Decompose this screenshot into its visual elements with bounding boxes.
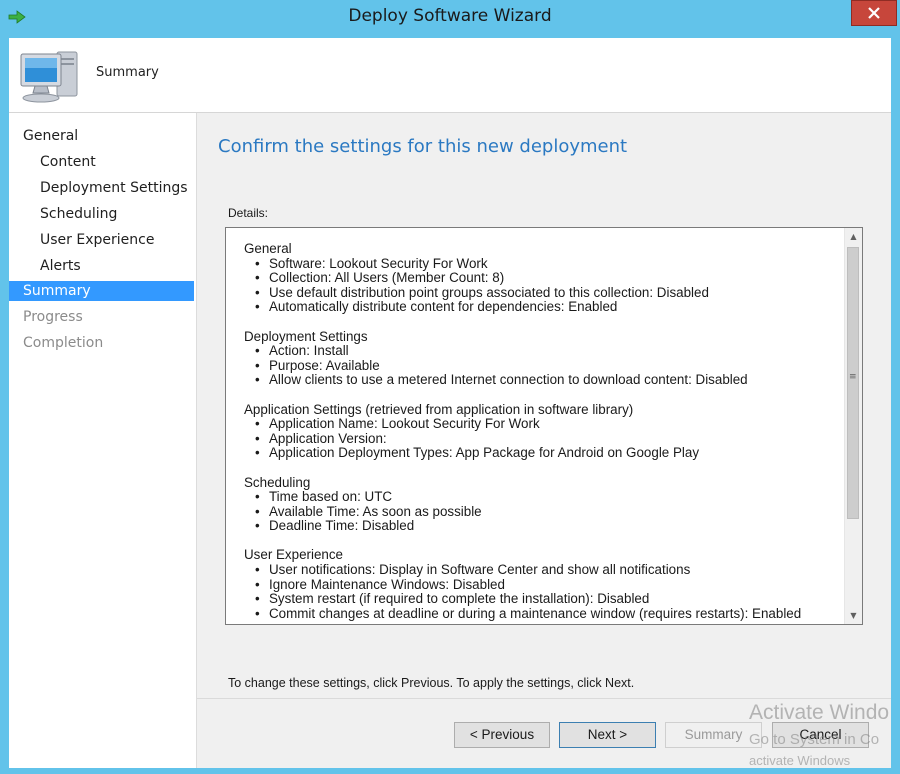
list-item: Time based on: UTC: [244, 489, 834, 505]
section-title: Application Settings (retrieved from app…: [244, 401, 634, 417]
activation-watermark-subtext: activate Windows: [749, 753, 851, 767]
section-title: Scheduling: [244, 474, 311, 490]
wizard-client: Summary General Content Deployment Setti…: [9, 38, 891, 768]
section-title: User Experience: [244, 547, 343, 563]
nav-item-user-experience[interactable]: User Experience: [40, 230, 154, 250]
list-item: Collection: All Users (Member Count: 8): [244, 271, 834, 286]
wizard-window: Deploy Software Wizard Summary General C…: [0, 0, 900, 774]
nav-item-alerts[interactable]: Alerts: [40, 256, 81, 276]
details-section-user-experience: User Experience User notifications: Disp…: [244, 548, 834, 621]
previous-button[interactable]: < Previous: [454, 722, 550, 748]
details-textbox[interactable]: General Software: Lookout Security For W…: [225, 227, 863, 625]
nav-item-deployment-settings[interactable]: Deployment Settings: [40, 178, 188, 198]
close-button[interactable]: [851, 0, 897, 26]
next-button[interactable]: Next >: [559, 722, 656, 748]
nav-item-summary[interactable]: Summary: [9, 281, 194, 301]
list-item: Purpose: Available: [244, 358, 834, 374]
details-section-scheduling: Scheduling Time based on: UTC Available …: [244, 474, 834, 534]
details-section-general: General Software: Lookout Security For W…: [244, 241, 834, 315]
grip-icon: ≡: [849, 372, 857, 382]
list-item: Application Version:: [244, 431, 834, 447]
nav-item-scheduling[interactable]: Scheduling: [40, 204, 117, 224]
computer-monitor-icon: [20, 51, 78, 103]
section-title: General: [244, 241, 292, 256]
wizard-nav: General Content Deployment Settings Sche…: [9, 113, 197, 768]
details-section-application-settings: Application Settings (retrieved from app…: [244, 401, 834, 461]
list-item: Ignore Maintenance Windows: Disabled: [244, 577, 834, 593]
list-item: Software: Lookout Security For Work: [244, 256, 834, 272]
scrollbar-thumb[interactable]: [847, 247, 859, 519]
details-content: General Software: Lookout Security For W…: [244, 241, 834, 624]
window-title: Deploy Software Wizard: [348, 6, 552, 26]
list-item: Allow clients to use a metered Internet …: [244, 373, 834, 388]
details-scrollbar[interactable]: ▲ ≡ ▼: [844, 228, 862, 624]
nav-item-content[interactable]: Content: [40, 152, 96, 172]
wizard-header: Summary: [9, 38, 891, 113]
nav-item-progress: Progress: [23, 309, 83, 325]
footer-divider: [197, 698, 891, 699]
list-item: Deadline Time: Disabled: [244, 519, 834, 534]
nav-item-completion: Completion: [23, 335, 104, 351]
list-item: Automatically distribute content for dep…: [244, 300, 834, 315]
nav-item-general[interactable]: General: [23, 126, 78, 146]
header-title: Summary: [96, 65, 159, 80]
list-item: Application Name: Lookout Security For W…: [244, 417, 834, 432]
summary-button: Summary: [665, 722, 762, 748]
list-item: Use default distribution point groups as…: [244, 285, 834, 301]
close-x-icon: [868, 7, 880, 19]
cancel-button[interactable]: Cancel: [772, 722, 869, 748]
section-title: Deployment Settings: [244, 328, 368, 344]
list-item: User notifications: Display in Software …: [244, 562, 834, 578]
list-item: System restart (if required to complete …: [244, 592, 834, 607]
list-item: Application Deployment Types: App Packag…: [244, 446, 834, 461]
wizard-content: Confirm the settings for this new deploy…: [197, 113, 891, 768]
list-item: Available Time: As soon as possible: [244, 504, 834, 520]
scroll-up-icon[interactable]: ▲: [845, 228, 862, 245]
page-title: Confirm the settings for this new deploy…: [218, 136, 628, 157]
list-item: Action: Install: [244, 344, 834, 359]
list-item: Commit changes at deadline or during a m…: [244, 606, 834, 622]
details-section-deployment-settings: Deployment Settings Action: Install Purp…: [244, 328, 834, 388]
title-bar[interactable]: Deploy Software Wizard: [0, 0, 900, 34]
details-label: Details:: [228, 206, 269, 220]
instructions-text: To change these settings, click Previous…: [228, 676, 635, 690]
scroll-down-icon[interactable]: ▼: [845, 607, 862, 624]
